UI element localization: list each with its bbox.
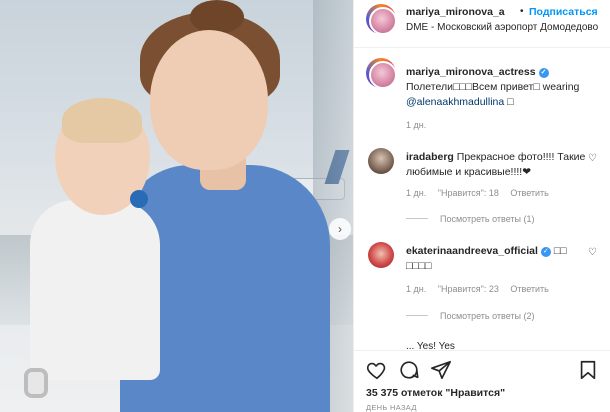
location-link[interactable]: DME - Московский аэропорт Домодедово <box>406 22 610 33</box>
comment-meta: 1 дн. "Нравится": 23 Ответить <box>406 284 558 294</box>
heart-icon[interactable] <box>366 359 388 381</box>
post-timestamp: ДЕНЬ НАЗАД <box>366 403 417 412</box>
chevron-right-icon: › <box>338 222 342 236</box>
photo-watch <box>24 368 48 398</box>
replies-divider <box>406 315 428 316</box>
bookmark-icon[interactable] <box>577 359 599 381</box>
view-replies-button[interactable]: Посмотреть ответы (2) <box>406 311 535 321</box>
comment-time: 1 дн. <box>406 284 427 294</box>
comment-likes[interactable]: "Нравится": 18 <box>438 188 499 198</box>
verified-badge-icon: ✓ <box>540 247 551 257</box>
photo-woman-bun <box>190 0 244 34</box>
commenter-username[interactable]: ekaterinaandreeva_official <box>406 245 538 257</box>
carousel-next-button[interactable]: › <box>329 218 351 240</box>
view-replies-label[interactable]: Посмотреть ответы (2) <box>440 311 535 321</box>
comment-body: iradaberg Прекрасное фото!!!! Такие люби… <box>406 150 586 180</box>
photo-baby-hair <box>62 98 142 143</box>
commenter-avatar[interactable] <box>368 242 394 268</box>
photo-baby-body <box>30 200 160 380</box>
like-comment-heart-icon[interactable]: ♡ <box>588 153 597 164</box>
replies-divider <box>406 218 428 219</box>
caption-username-text[interactable]: mariya_mironova_actress <box>406 66 536 78</box>
likes-count[interactable]: 35 375 отметок "Нравится" <box>366 387 505 399</box>
comment-likes[interactable]: "Нравится": 23 <box>438 284 499 294</box>
commenter-username[interactable]: iradaberg <box>406 151 454 163</box>
caption-avatar[interactable] <box>366 58 397 89</box>
like-comment-heart-icon[interactable]: ♡ <box>588 247 597 258</box>
caption-body: Полетели□□□Всем привет□ wearing <box>406 81 580 93</box>
share-icon[interactable] <box>430 359 452 381</box>
commenter-avatar[interactable] <box>368 148 394 174</box>
caption-text: Полетели□□□Всем привет□ wearing @alenaak… <box>406 80 606 110</box>
follow-button[interactable]: Подписаться <box>529 6 598 18</box>
post-photo[interactable]: › <box>0 0 353 412</box>
view-replies-label[interactable]: Посмотреть ответы (1) <box>440 214 535 224</box>
photo-woman-face <box>150 30 268 170</box>
comment-meta: 1 дн. "Нравится": 18 Ответить <box>406 188 558 198</box>
caption-mention-link[interactable]: @alenaakhmadullina <box>406 96 504 108</box>
comment-body: ekaterinaandreeva_official ✓ □□ □□□□ <box>406 244 586 274</box>
caption-time: 1 дн. <box>406 120 427 130</box>
caption-tail: □ <box>504 96 514 108</box>
verified-badge-icon: ✓ <box>538 68 549 78</box>
author-avatar[interactable] <box>366 4 397 35</box>
post-actions-bar: 35 375 отметок "Нравится" ДЕНЬ НАЗАД <box>354 350 610 412</box>
post-side-panel: mariya_mironova_a • Подписаться DME - Мо… <box>353 0 610 412</box>
comment-time: 1 дн. <box>406 188 427 198</box>
reply-button[interactable]: Ответить <box>510 284 548 294</box>
view-replies-button[interactable]: Посмотреть ответы (1) <box>406 214 535 224</box>
caption-username[interactable]: mariya_mironova_actress ✓ <box>406 66 549 78</box>
post-header: mariya_mironova_a • Подписаться DME - Мо… <box>354 0 610 48</box>
author-username[interactable]: mariya_mironova_a <box>406 6 505 18</box>
photo-pacifier <box>130 190 148 208</box>
comment-icon[interactable] <box>398 359 420 381</box>
separator-dot: • <box>520 6 524 17</box>
reply-button[interactable]: Ответить <box>510 188 548 198</box>
